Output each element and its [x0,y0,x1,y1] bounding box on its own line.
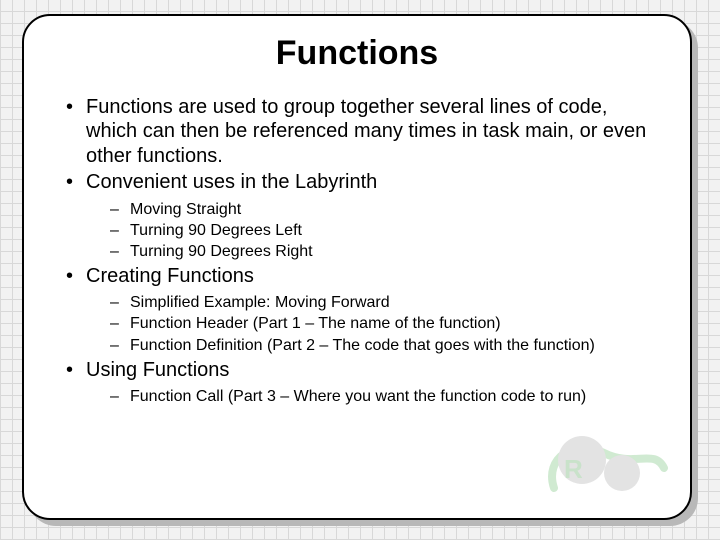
bullet-text: Creating Functions [86,265,254,287]
sub-bullet-item: Turning 90 Degrees Left [86,220,656,241]
bullet-item: Convenient uses in the Labyrinth Moving … [58,170,656,262]
sub-bullet-item: Simplified Example: Moving Forward [86,292,656,313]
bullet-text: Convenient uses in the Labyrinth [86,171,377,193]
svg-text:R: R [564,454,583,484]
bullet-item: Functions are used to group together sev… [58,95,656,168]
bullet-text: Using Functions [86,359,229,381]
sub-bullet-list: Function Call (Part 3 – Where you want t… [86,386,656,407]
bullet-text: Functions are used to group together sev… [86,96,646,167]
sub-bullet-item: Function Call (Part 3 – Where you want t… [86,386,656,407]
sub-bullet-list: Simplified Example: Moving Forward Funct… [86,292,656,355]
slide: R Functions Functions are used to group … [22,14,692,520]
sub-bullet-item: Function Header (Part 1 – The name of th… [86,313,656,334]
sub-bullet-list: Moving Straight Turning 90 Degrees Left … [86,199,656,262]
sub-bullet-item: Turning 90 Degrees Right [86,241,656,262]
sub-bullet-item: Moving Straight [86,199,656,220]
slide-title: Functions [58,34,656,73]
watermark-logo: R [524,418,674,508]
bullet-item: Creating Functions Simplified Example: M… [58,264,656,356]
sub-bullet-item: Function Definition (Part 2 – The code t… [86,335,656,356]
bullet-list: Functions are used to group together sev… [58,95,656,407]
slide-frame: R Functions Functions are used to group … [22,14,698,526]
bullet-item: Using Functions Function Call (Part 3 – … [58,358,656,408]
